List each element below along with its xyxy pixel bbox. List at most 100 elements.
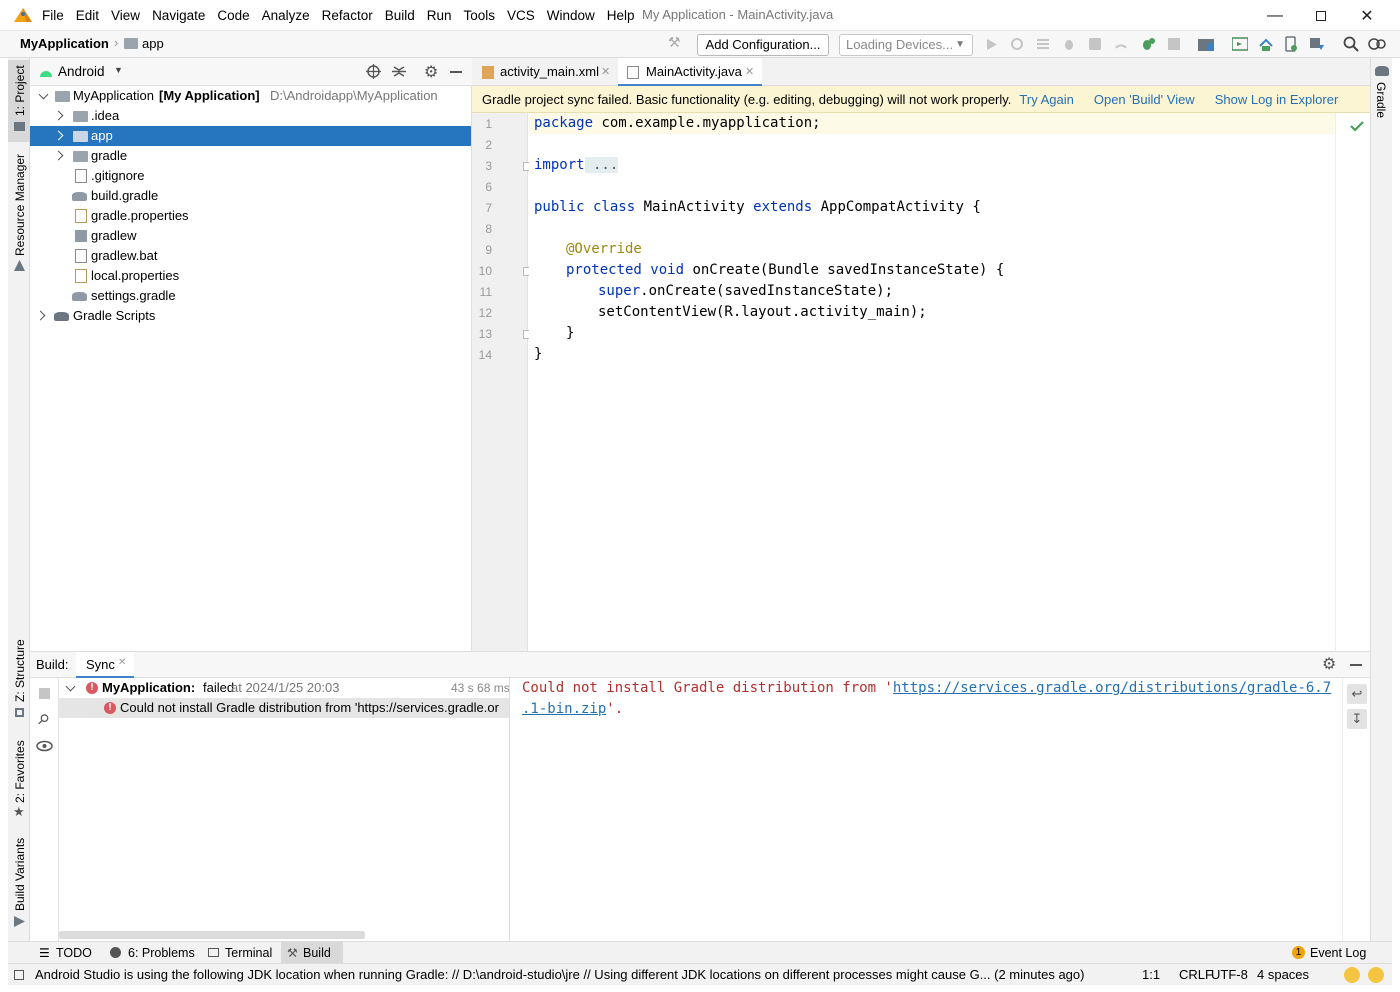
tab-activity-main-xml[interactable]: activity_main.xml ✕: [472, 58, 618, 86]
tree-item-build-gradle[interactable]: build.gradle: [30, 186, 471, 206]
menu-analyze[interactable]: Analyze: [262, 8, 310, 23]
project-view-selector[interactable]: Android: [58, 64, 105, 79]
tree-item-gradle-properties[interactable]: gradle.properties: [30, 206, 471, 226]
tab-sync[interactable]: Sync ✕: [76, 652, 134, 678]
menu-file[interactable]: File: [42, 8, 64, 23]
text-file-icon: [75, 169, 87, 183]
event-log-tab[interactable]: 1 Event Log: [1288, 942, 1366, 964]
favorites-tab[interactable]: 2: Favorites: [13, 740, 27, 803]
close-tab-icon[interactable]: ✕: [118, 657, 126, 668]
minimize-button[interactable]: —: [1252, 0, 1298, 31]
sdk-manager-icon[interactable]: [1309, 36, 1325, 52]
tree-item-gradlew[interactable]: gradlew: [30, 226, 471, 246]
search-icon[interactable]: [1343, 36, 1359, 52]
soft-wrap-icon[interactable]: ↩: [1347, 684, 1367, 704]
device-selector[interactable]: Loading Devices... ▼: [839, 34, 973, 56]
tree-item-app[interactable]: app: [30, 126, 471, 146]
build-root-name: MyApplication:: [102, 680, 196, 695]
build-error-row[interactable]: Could not install Gradle distribution fr…: [59, 698, 509, 718]
menu-refactor[interactable]: Refactor: [322, 8, 373, 23]
eye-icon[interactable]: [36, 740, 53, 752]
hide-panel-icon[interactable]: [450, 71, 462, 73]
problems-tab[interactable]: 6: Problems: [106, 942, 195, 964]
build-output[interactable]: Could not install Gradle distribution fr…: [510, 678, 1342, 941]
apply-code-changes-icon[interactable]: [1036, 37, 1050, 51]
menu-edit[interactable]: Edit: [76, 8, 99, 23]
toggle-tool-windows-icon[interactable]: [14, 970, 24, 980]
sync-gradle-icon[interactable]: [1232, 37, 1248, 51]
scroll-to-end-icon[interactable]: ↧: [1347, 709, 1367, 729]
resource-manager-tab[interactable]: Resource Manager: [13, 154, 27, 256]
apply-changes-icon[interactable]: [1010, 37, 1024, 51]
build-root-row[interactable]: MyApplication: failed at 2024/1/25 20:03…: [59, 678, 509, 698]
folded-imports[interactable]: ...: [584, 157, 619, 173]
add-configuration-button[interactable]: Add Configuration...: [697, 34, 829, 56]
hide-panel-icon[interactable]: [1350, 664, 1362, 666]
code-line-1: package com.example.myapplication;: [534, 113, 821, 134]
stop-icon[interactable]: [1168, 38, 1180, 50]
line-separator[interactable]: CRLF: [1179, 964, 1213, 986]
breadcrumb-project[interactable]: MyApplication: [20, 36, 109, 51]
tree-item-gradlew-bat[interactable]: gradlew.bat: [30, 246, 471, 266]
file-encoding[interactable]: UTF-8: [1211, 964, 1248, 986]
indent-setting[interactable]: 4 spaces: [1257, 964, 1309, 986]
tree-root[interactable]: MyApplication [My Application] D:\Androi…: [30, 86, 471, 106]
close-tab-icon[interactable]: ✕: [745, 58, 754, 86]
assistant-icon[interactable]: [1368, 36, 1386, 52]
menu-tools[interactable]: Tools: [464, 8, 496, 23]
run-coverage-icon[interactable]: [1088, 37, 1102, 51]
maximize-button[interactable]: [1298, 0, 1344, 31]
gear-icon[interactable]: ⚙: [424, 62, 438, 82]
build-tab[interactable]: ⚒ Build: [281, 942, 343, 964]
breadcrumb-module[interactable]: app: [142, 36, 164, 51]
chevron-down-icon[interactable]: ▼: [114, 65, 123, 75]
menu-vcs[interactable]: VCS: [507, 8, 535, 23]
todo-tab[interactable]: ☰ TODO: [34, 942, 92, 964]
avd-manager-icon[interactable]: [1258, 36, 1274, 52]
project-structure-icon[interactable]: [1198, 37, 1214, 51]
menu-run[interactable]: Run: [427, 8, 452, 23]
hammer-icon[interactable]: ⚒: [668, 34, 682, 50]
tree-item-idea[interactable]: .idea: [30, 106, 471, 126]
gear-icon[interactable]: ⚙: [1322, 654, 1336, 674]
device-manager-icon[interactable]: [1284, 36, 1298, 52]
show-log-link[interactable]: Show Log in Explorer: [1215, 92, 1339, 107]
gradle-distribution-link[interactable]: https://services.gradle.org/distribution…: [893, 680, 1331, 696]
horizontal-scrollbar[interactable]: [59, 931, 365, 939]
menu-view[interactable]: View: [111, 8, 140, 23]
code-text: onCreate(Bundle savedInstanceState) {: [684, 262, 1005, 278]
profile-icon[interactable]: [1114, 37, 1128, 51]
menu-help[interactable]: Help: [607, 8, 635, 23]
memory-indicator-icon[interactable]: [1368, 967, 1384, 983]
attach-debugger-icon[interactable]: [1140, 36, 1156, 52]
tree-item-local-properties[interactable]: local.properties: [30, 266, 471, 286]
caret-position[interactable]: 1:1: [1142, 964, 1160, 986]
tree-item-settings-gradle[interactable]: settings.gradle: [30, 286, 471, 306]
build-variants-tab[interactable]: Build Variants: [13, 838, 27, 911]
locate-file-icon[interactable]: [366, 64, 381, 79]
collapse-all-icon[interactable]: [392, 64, 406, 79]
feedback-smiley-icon[interactable]: [1344, 967, 1360, 983]
try-again-link[interactable]: Try Again: [1019, 92, 1073, 107]
open-build-view-link[interactable]: Open 'Build' View: [1094, 92, 1195, 107]
gradle-distribution-link-cont[interactable]: .1-bin.zip: [522, 701, 606, 717]
terminal-tab[interactable]: Terminal: [203, 942, 272, 964]
tree-item-gradle[interactable]: gradle: [30, 146, 471, 166]
close-button[interactable]: ✕: [1344, 0, 1390, 31]
gradle-tool-tab[interactable]: Gradle: [1374, 82, 1388, 118]
tab-main-activity-java[interactable]: MainActivity.java ✕: [618, 58, 762, 86]
code-editor[interactable]: package com.example.myapplication; impor…: [529, 113, 1335, 651]
menu-code[interactable]: Code: [217, 8, 249, 23]
menu-window[interactable]: Window: [547, 8, 595, 23]
debug-icon[interactable]: [1062, 37, 1076, 51]
menu-build[interactable]: Build: [385, 8, 415, 23]
status-message[interactable]: Android Studio is using the following JD…: [35, 964, 1120, 986]
pin-icon[interactable]: ⚲: [33, 710, 53, 729]
tree-item-gradle-scripts[interactable]: Gradle Scripts: [30, 306, 471, 326]
structure-tab[interactable]: Z: Structure: [13, 639, 27, 702]
stop-build-icon[interactable]: [39, 688, 50, 699]
run-icon[interactable]: [986, 38, 998, 51]
menu-navigate[interactable]: Navigate: [152, 8, 205, 23]
tree-item-gitignore[interactable]: .gitignore: [30, 166, 471, 186]
close-tab-icon[interactable]: ✕: [601, 58, 610, 86]
